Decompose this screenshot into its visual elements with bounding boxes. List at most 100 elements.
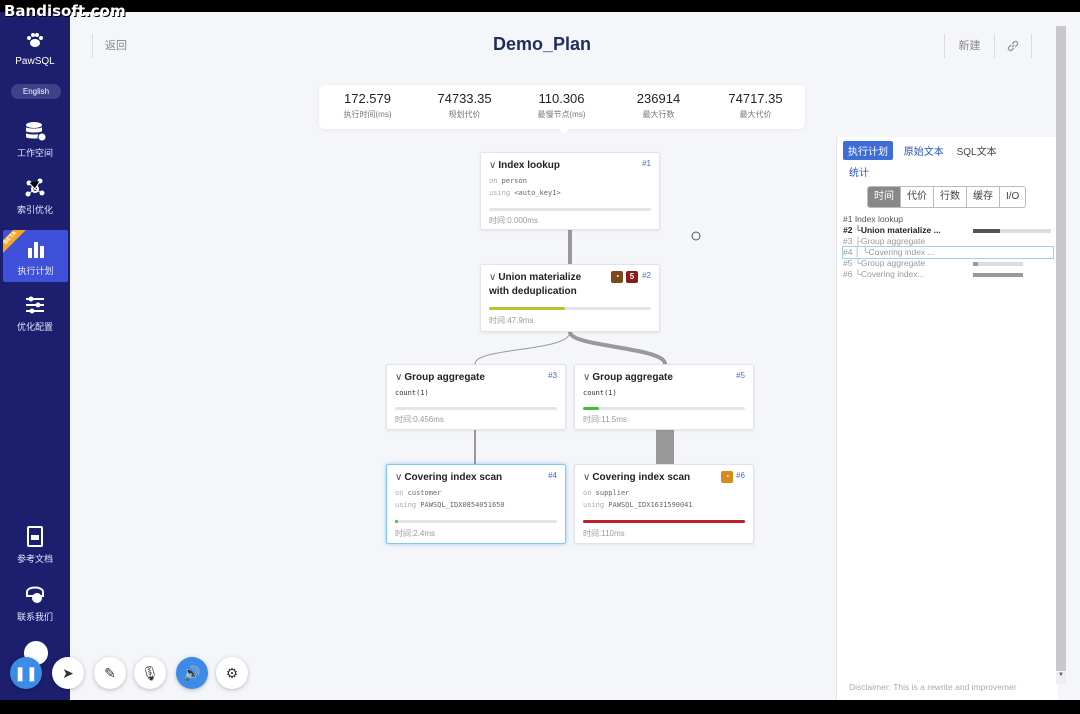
new-button[interactable]: 新建 <box>944 34 994 58</box>
cursor-icon: ➤ <box>62 665 74 681</box>
metric-tabs: 时间 代价 行数 缓存 I/O <box>867 186 1027 208</box>
main-area: 返回 Demo_Plan 新建 172.579 执行时间(ms) 74733.35… <box>70 12 1080 700</box>
sidebar-item-label: 工作空间 <box>16 148 53 158</box>
node-time-bar <box>489 208 651 211</box>
sidebar-item-label: 索引优化 <box>16 205 53 215</box>
pause-button[interactable]: ❚❚ <box>10 657 42 689</box>
chevron-down-icon[interactable]: ∨ <box>489 272 496 283</box>
plan-graph[interactable]: ∨ Index lookup #1 on person using <auto_k… <box>70 12 830 700</box>
node-time: 时间:2.4ms <box>395 529 436 538</box>
pause-icon: ❚❚ <box>14 665 38 681</box>
link-button[interactable] <box>994 34 1032 58</box>
tab-sql-text[interactable]: SQL文本 <box>957 143 997 158</box>
node-title: Index lookup <box>498 160 560 171</box>
node-number: #4 <box>548 471 557 480</box>
node-time-bar <box>583 520 745 523</box>
bar-chart-icon <box>27 242 44 258</box>
plan-node-2[interactable]: ∨ Union materialize with deduplication ◔ 5… <box>480 264 660 332</box>
node-number: #3 <box>548 371 557 380</box>
settings-icon: ⚙ <box>225 665 239 681</box>
node-title-2: with deduplication <box>489 286 577 297</box>
count-badge[interactable]: 5 <box>626 271 638 283</box>
node-time: 时间:11.5ms <box>583 415 627 424</box>
warning-icon[interactable]: ◔ <box>721 471 733 483</box>
paw-icon <box>27 33 43 47</box>
plan-side-panel: 执行计划 原始文本 SQL文本 统计 时间 代价 行数 缓存 I/O #1 In… <box>836 137 1058 700</box>
metric-tab-io[interactable]: I/O <box>1000 187 1025 207</box>
node-title: Covering index scan <box>404 472 503 483</box>
sidebar: PawSQL English 工作空间 索引优化 BETA 执行计划 优化配置 … <box>0 12 70 700</box>
tree-time-bar <box>973 229 1051 233</box>
node-time: 时间:0.456ms <box>395 415 444 424</box>
plan-node-4[interactable]: ∨ Covering index scan #4 on customer usin… <box>386 464 566 544</box>
tree-row[interactable]: #2 └Union materialize ... <box>843 225 941 236</box>
mic-button[interactable]: 🎙 <box>134 657 166 689</box>
warning-icon[interactable]: ◔ <box>611 271 623 283</box>
settings-button[interactable]: ⚙ <box>216 657 248 689</box>
disclaimer-text: Disclaimer: This is a rewrite and improv… <box>849 682 1017 692</box>
chevron-down-icon[interactable]: ∨ <box>395 472 402 483</box>
sidebar-item-label: 参考文档 <box>16 554 53 564</box>
node-number: #5 <box>736 371 745 380</box>
node-time-bar <box>583 407 745 410</box>
sidebar-item-index-tuning[interactable]: 索引优化 <box>0 177 70 216</box>
speaker-icon: 🔊 <box>183 665 201 681</box>
tree-row[interactable]: #3 ├Group aggregate <box>843 236 925 247</box>
database-stack-icon <box>26 122 47 142</box>
node-number: #2 <box>642 271 651 280</box>
tree-row[interactable]: #5 └Group aggregate <box>843 258 925 269</box>
tree-row-selected[interactable]: #4 │ └Covering index ... <box>842 246 1054 259</box>
chevron-down-icon[interactable]: ∨ <box>395 372 402 383</box>
contact-icon <box>26 586 44 603</box>
sidebar-item-label: 优化配置 <box>16 322 53 332</box>
tab-statistics[interactable]: 统计 <box>849 164 869 179</box>
node-time-bar <box>395 520 557 523</box>
sidebar-item-docs[interactable]: 参考文档 <box>0 526 70 565</box>
metric-tab-time[interactable]: 时间 <box>868 187 901 207</box>
plan-edges <box>474 230 674 464</box>
sidebar-item-label: 执行计划 <box>17 266 54 276</box>
sidebar-item-contact[interactable]: 联系我们 <box>0 584 70 623</box>
plan-node-5[interactable]: ∨ Group aggregate #5 count(1) 时间:11.5ms <box>574 364 754 430</box>
node-number: #1 <box>642 159 651 168</box>
node-time: 时间:110ms <box>583 529 625 538</box>
speaker-button[interactable]: 🔊 <box>176 657 208 689</box>
chevron-down-icon[interactable]: ∨ <box>583 372 590 383</box>
plan-node-6[interactable]: ∨ Covering index scan ◔ #6 on supplier us… <box>574 464 754 544</box>
node-title: Group aggregate <box>404 372 485 383</box>
metric-tab-cache[interactable]: 缓存 <box>967 187 1000 207</box>
brand-logo[interactable]: PawSQL <box>0 30 70 67</box>
scroll-down-arrow[interactable]: ▼ <box>1056 672 1066 684</box>
metric-tab-rows[interactable]: 行数 <box>934 187 967 207</box>
node-table: on person <box>489 177 527 185</box>
vertical-scrollbar[interactable] <box>1056 26 1066 671</box>
document-icon <box>27 526 43 547</box>
index-tuning-icon <box>25 178 45 197</box>
cursor-button[interactable]: ➤ <box>52 657 84 689</box>
bottom-black-bar <box>0 700 1080 714</box>
chevron-down-icon[interactable]: ∨ <box>583 472 590 483</box>
pen-button[interactable]: ✎ <box>94 657 126 689</box>
node-detail: count(1) <box>395 389 429 397</box>
plan-node-1[interactable]: ∨ Index lookup #1 on person using <auto_k… <box>480 152 660 230</box>
brand-name: PawSQL <box>15 56 55 67</box>
link-icon <box>1007 40 1019 52</box>
sidebar-item-settings[interactable]: 优化配置 <box>0 294 70 333</box>
tab-raw-text[interactable]: 原始文本 <box>904 143 944 158</box>
node-title: Group aggregate <box>592 372 673 383</box>
node-title: Covering index scan <box>592 472 691 483</box>
metric-tab-cost[interactable]: 代价 <box>901 187 934 207</box>
plan-node-3[interactable]: ∨ Group aggregate #3 count(1) 时间:0.456ms <box>386 364 566 430</box>
language-toggle[interactable]: English <box>11 84 61 99</box>
screen-frame: Bandisoft.com PawSQL English 工作空间 索引优化 B… <box>0 0 1080 714</box>
node-index: using PAWSQL_IDX0854051650 <box>395 501 505 509</box>
tree-row[interactable]: #1 Index lookup <box>843 214 903 225</box>
chevron-down-icon[interactable]: ∨ <box>489 160 496 171</box>
beta-tag: BETA <box>3 230 27 254</box>
panel-tabs: 执行计划 原始文本 SQL文本 <box>843 141 1007 160</box>
sidebar-item-exec-plan[interactable]: BETA 执行计划 <box>3 230 68 282</box>
tree-row[interactable]: #6 └Covering index... <box>843 269 925 280</box>
tab-exec-plan[interactable]: 执行计划 <box>843 141 893 160</box>
edge-2-5 <box>568 331 667 365</box>
sidebar-item-workspace[interactable]: 工作空间 <box>0 120 70 159</box>
